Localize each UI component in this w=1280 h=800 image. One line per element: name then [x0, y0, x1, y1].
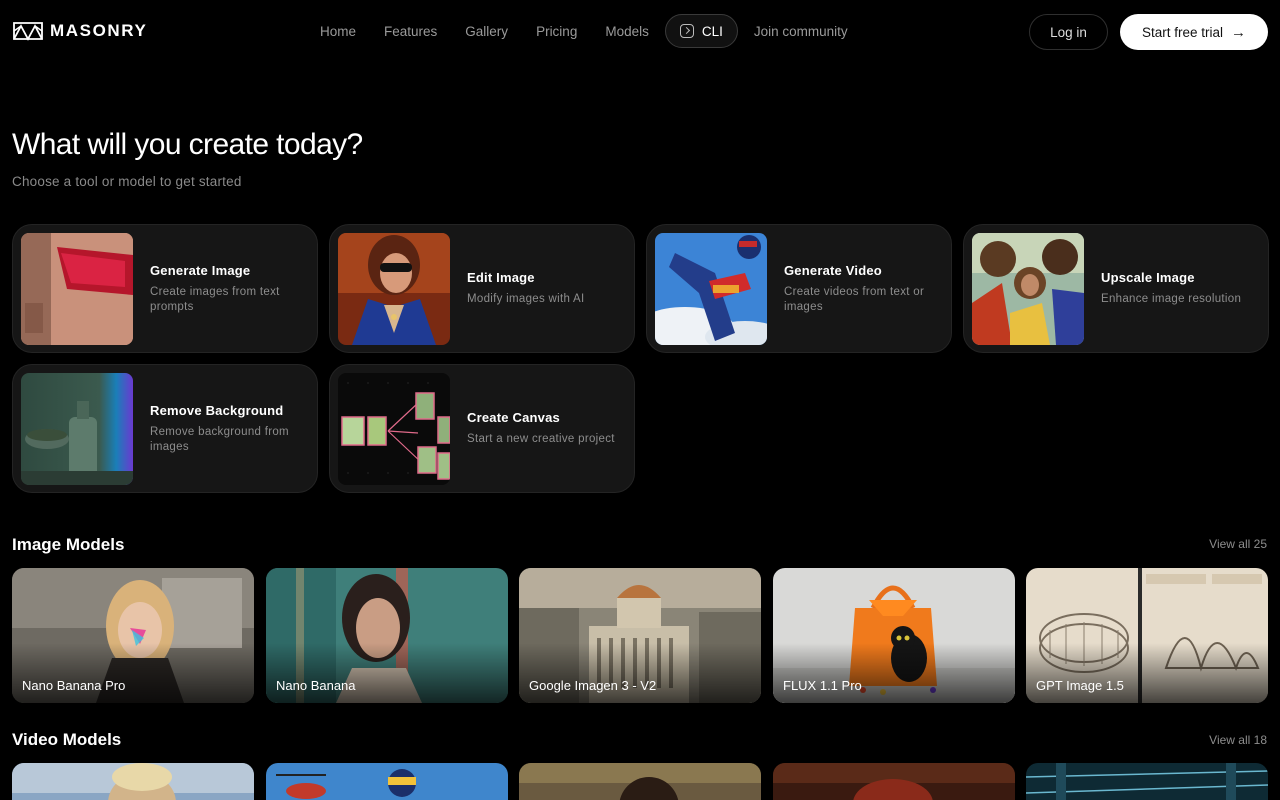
- model-card-nano-banana[interactable]: Nano Banana: [266, 568, 508, 703]
- tool-description: Start a new creative project: [467, 433, 615, 445]
- tool-card-generate-image[interactable]: Generate Image Create images from text p…: [12, 224, 318, 353]
- nav-features[interactable]: Features: [370, 14, 451, 48]
- tool-title: Upscale Image: [1101, 270, 1195, 285]
- tool-description: Modify images with AI: [467, 293, 585, 305]
- video-model-thumbnail: [519, 763, 761, 800]
- video-model-thumbnail: [1026, 763, 1268, 800]
- nav-cli[interactable]: CLI: [664, 14, 738, 48]
- brand-name: MASONRY: [50, 21, 148, 40]
- tool-title: Generate Video: [784, 262, 882, 278]
- tool-description: Remove background from images: [150, 425, 289, 453]
- tool-card-remove-background[interactable]: Remove Background Remove background from…: [12, 364, 318, 493]
- tool-title: Create Canvas: [467, 410, 560, 425]
- generate-image-thumbnail: [21, 233, 133, 345]
- video-models-heading: Video Models: [12, 730, 122, 749]
- tool-title: Remove Background: [150, 402, 284, 418]
- start-free-trial-label: Start free trial: [1141, 24, 1224, 40]
- terminal-icon: [679, 24, 694, 38]
- start-free-trial-button[interactable]: Start free trial →: [1120, 14, 1268, 50]
- nav-home[interactable]: Home: [306, 14, 370, 48]
- video-model-card[interactable]: [12, 763, 254, 800]
- model-card-google-imagen-3-v2[interactable]: Google Imagen 3 - V2: [519, 568, 761, 703]
- video-model-card[interactable]: [266, 763, 508, 800]
- tool-description: Create videos from text or images: [784, 285, 925, 313]
- video-model-card[interactable]: [773, 763, 1015, 800]
- model-name: Nano Banana Pro: [22, 678, 126, 693]
- model-name: FLUX 1.1 Pro: [783, 678, 862, 693]
- tool-description: Enhance image resolution: [1101, 293, 1242, 305]
- edit-image-thumbnail: [338, 233, 450, 345]
- model-name: Google Imagen 3 - V2: [529, 678, 657, 693]
- nav-pricing[interactable]: Pricing: [522, 14, 591, 48]
- image-models-view-all-link[interactable]: View all 25: [1209, 537, 1267, 551]
- main-nav: Home Features Gallery Pricing Models CLI…: [306, 14, 862, 48]
- nav-join-community[interactable]: Join community: [740, 14, 862, 48]
- create-canvas-thumbnail: [338, 373, 450, 485]
- video-model-thumbnail: [12, 763, 254, 800]
- model-name: Nano Banana: [276, 678, 356, 693]
- video-model-card[interactable]: [1026, 763, 1268, 800]
- video-model-thumbnail: [773, 763, 1015, 800]
- image-models-heading: Image Models: [12, 535, 125, 554]
- model-card-flux-1-1-pro[interactable]: FLUX 1.1 Pro: [773, 568, 1015, 703]
- tool-card-generate-video[interactable]: Generate Video Create videos from text o…: [646, 224, 952, 353]
- model-name: GPT Image 1.5: [1036, 678, 1124, 693]
- page-subtitle: Choose a tool or model to get started: [12, 174, 242, 189]
- login-button[interactable]: Log in: [1029, 14, 1108, 50]
- generate-video-thumbnail: [655, 233, 767, 345]
- nav-gallery[interactable]: Gallery: [451, 14, 522, 48]
- arrow-right-icon: →: [1231, 23, 1247, 41]
- video-models-view-all-link[interactable]: View all 18: [1209, 733, 1267, 747]
- tool-card-upscale-image[interactable]: Upscale Image Enhance image resolution: [963, 224, 1269, 353]
- page-title: What will you create today?: [12, 128, 363, 161]
- upscale-image-thumbnail: [972, 233, 1084, 345]
- tool-title: Edit Image: [467, 270, 535, 285]
- model-card-nano-banana-pro[interactable]: Nano Banana Pro: [12, 568, 254, 703]
- video-model-card[interactable]: [519, 763, 761, 800]
- video-model-thumbnail: [266, 763, 508, 800]
- top-navbar: MASONRY Home Features Gallery Pricing Mo…: [0, 0, 1280, 64]
- brand-logo[interactable]: MASONRY: [12, 21, 147, 41]
- remove-background-thumbnail: [21, 373, 133, 485]
- masonry-logo-icon: [13, 22, 43, 41]
- tool-card-edit-image[interactable]: Edit Image Modify images with AI: [329, 224, 635, 353]
- tool-card-create-canvas[interactable]: Create Canvas Start a new creative proje…: [329, 364, 635, 493]
- nav-models[interactable]: Models: [591, 14, 663, 48]
- model-card-gpt-image-1-5[interactable]: GPT Image 1.5: [1026, 568, 1268, 703]
- nav-cli-label: CLI: [701, 23, 723, 39]
- tool-title: Generate Image: [150, 262, 251, 278]
- tool-description: Create images from text prompts: [150, 285, 280, 313]
